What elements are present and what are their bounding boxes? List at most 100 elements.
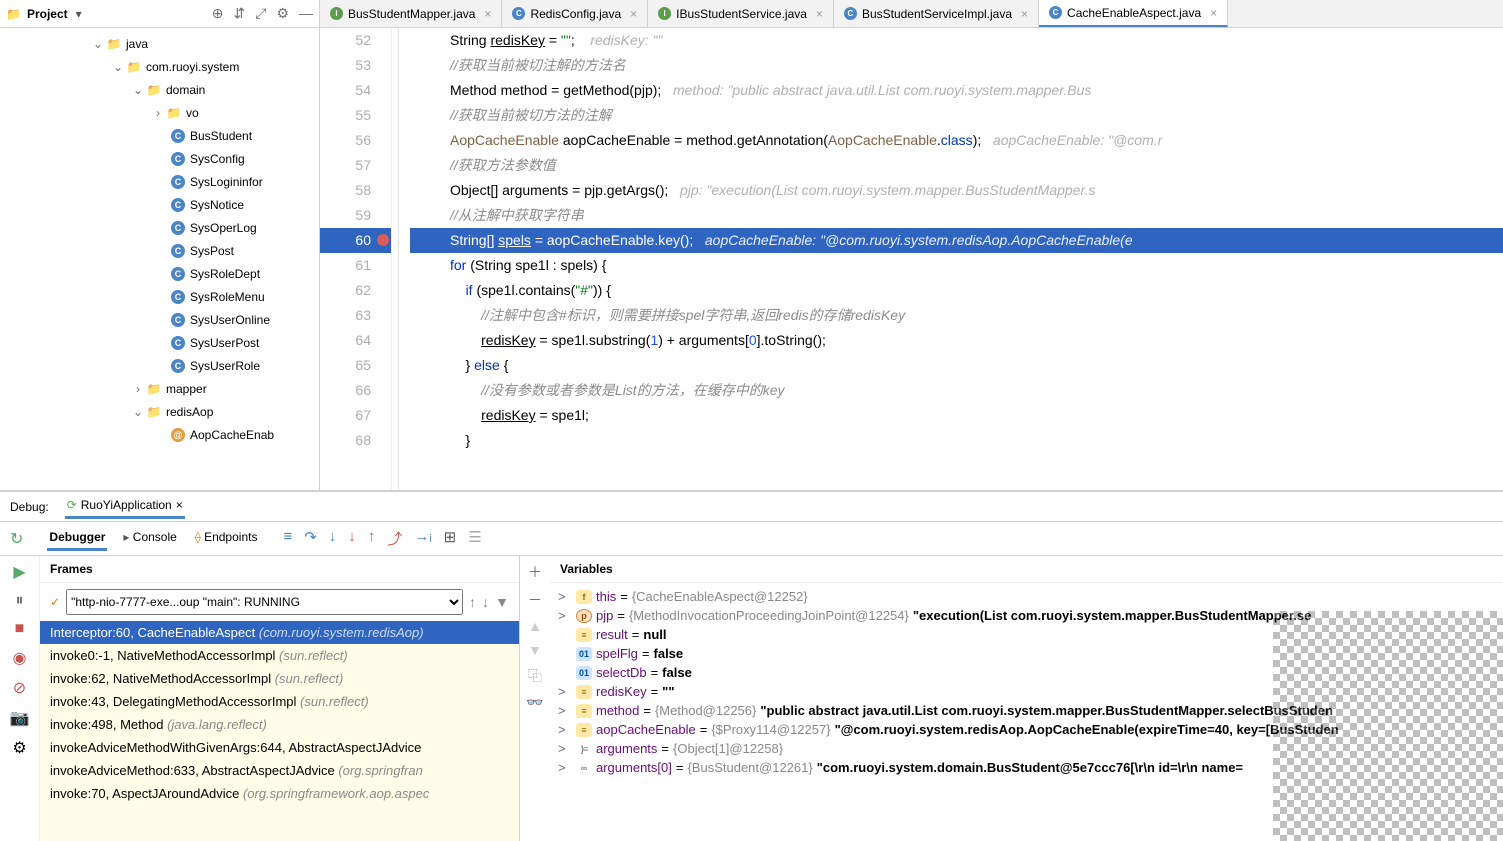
copy-icon[interactable]: ⿻ xyxy=(528,666,542,686)
expand-icon[interactable]: ⤢ xyxy=(255,5,266,22)
down-icon[interactable]: ↓ xyxy=(482,594,489,610)
up-icon[interactable]: ▲ xyxy=(528,618,542,634)
tree-item[interactable]: CSysNotice xyxy=(0,193,319,216)
debug-side-buttons: ▶ ⏸ ■ ◉ ⊘ 📷 ⚙ xyxy=(0,556,40,841)
variable-item[interactable]: 01 spelFlg = false xyxy=(550,644,1503,663)
tab-console[interactable]: ▸ Console xyxy=(121,526,178,551)
hide-icon[interactable]: — xyxy=(299,5,313,22)
frame-item[interactable]: invoke:498, Method (java.lang.reflect) xyxy=(40,713,519,736)
tree-item[interactable]: CBusStudent xyxy=(0,124,319,147)
variable-item[interactable]: >p pjp = {MethodInvocationProceedingJoin… xyxy=(550,606,1503,625)
evaluate-icon[interactable]: ⊞ xyxy=(444,528,457,549)
tree-item[interactable]: ⌄📁com.ruoyi.system xyxy=(0,55,319,78)
stop-icon[interactable]: ■ xyxy=(15,620,25,638)
tree-item[interactable]: CSysConfig xyxy=(0,147,319,170)
tree-item[interactable]: CSysPost xyxy=(0,239,319,262)
close-icon[interactable]: × xyxy=(176,498,183,512)
project-title[interactable]: Project xyxy=(27,7,68,21)
camera-icon[interactable]: 📷 xyxy=(10,708,30,728)
close-icon[interactable]: × xyxy=(630,7,637,21)
step-out-icon[interactable]: ↑ xyxy=(368,528,376,549)
code-area[interactable]: 5253545556575859606162636465666768 Strin… xyxy=(320,28,1503,490)
gutter[interactable]: 5253545556575859606162636465666768 xyxy=(320,28,392,490)
variable-item[interactable]: >≡ redisKey = "" xyxy=(550,682,1503,701)
variables-panel: Variables >f this = {CacheEnableAspect@1… xyxy=(550,556,1503,841)
editor-tabs: IBusStudentMapper.java×CRedisConfig.java… xyxy=(320,0,1503,28)
code-lines[interactable]: String redisKey = ""; redisKey: ""//获取当前… xyxy=(410,28,1503,490)
project-tree[interactable]: ⌄📁java ⌄📁com.ruoyi.system ⌄📁domain ›📁vo … xyxy=(0,28,319,450)
tree-item[interactable]: ›📁vo xyxy=(0,101,319,124)
editor-tab[interactable]: CCacheEnableAspect.java× xyxy=(1039,0,1228,27)
frame-item[interactable]: invoke:70, AspectJAroundAdvice (org.spri… xyxy=(40,782,519,805)
run-to-cursor-icon[interactable]: →ᵢ xyxy=(414,528,431,549)
tree-item[interactable]: ⌄📁domain xyxy=(0,78,319,101)
tree-item[interactable]: CSysUserPost xyxy=(0,331,319,354)
drop-frame-icon[interactable]: ⤴ xyxy=(387,528,402,549)
frames-title: Frames xyxy=(40,556,519,583)
tree-item[interactable]: @AopCacheEnab xyxy=(0,423,319,446)
vars-toolbar: ＋ － ▲ ▼ ⿻ 👓 xyxy=(520,556,550,841)
tree-item[interactable]: CSysOperLog xyxy=(0,216,319,239)
variable-item[interactable]: >f this = {CacheEnableAspect@12252} xyxy=(550,587,1503,606)
mute-breakpoints-icon[interactable]: ⊘ xyxy=(13,678,26,698)
rerun-icon[interactable]: ↻ xyxy=(10,529,23,549)
view-breakpoints-icon[interactable]: ◉ xyxy=(13,648,27,668)
resume-icon[interactable]: ▶ xyxy=(13,562,25,582)
down-icon[interactable]: ▼ xyxy=(528,642,542,658)
tree-item[interactable]: ⌄📁redisAop xyxy=(0,400,319,423)
frame-item[interactable]: Interceptor:60, CacheEnableAspect (com.r… xyxy=(40,621,519,644)
tab-debugger[interactable]: Debugger xyxy=(47,526,107,551)
tree-item[interactable]: CSysLogininfor xyxy=(0,170,319,193)
variable-item[interactable]: >}≡ arguments = {Object[1]@12258} xyxy=(550,739,1503,758)
variable-item[interactable]: 01 selectDb = false xyxy=(550,663,1503,682)
frame-item[interactable]: invoke0:-1, NativeMethodAccessorImpl (su… xyxy=(40,644,519,667)
settings-icon[interactable]: ⚙ xyxy=(276,5,289,22)
add-watch-icon[interactable]: ＋ xyxy=(528,562,542,582)
tree-item[interactable]: ›📁mapper xyxy=(0,377,319,400)
tree-item[interactable]: CSysUserRole xyxy=(0,354,319,377)
step-over-icon[interactable]: ↷ xyxy=(304,528,317,549)
tree-item[interactable]: CSysRoleMenu xyxy=(0,285,319,308)
chevron-down-icon[interactable] xyxy=(74,7,82,21)
debug-run-tab[interactable]: ⟳ RuoYiApplication × xyxy=(65,494,185,519)
folding-strip[interactable] xyxy=(392,28,410,490)
up-icon[interactable]: ↑ xyxy=(469,594,476,610)
frame-item[interactable]: invokeAdviceMethodWithGivenArgs:644, Abs… xyxy=(40,736,519,759)
frame-list[interactable]: Interceptor:60, CacheEnableAspect (com.r… xyxy=(40,621,519,841)
variable-item[interactable]: >≡ method = {Method@12256} "public abstr… xyxy=(550,701,1503,720)
step-into-icon[interactable]: ↓ xyxy=(329,528,337,549)
frame-item[interactable]: invokeAdviceMethod:633, AbstractAspectJA… xyxy=(40,759,519,782)
close-icon[interactable]: × xyxy=(1210,6,1217,20)
tree-item[interactable]: ⌄📁java xyxy=(0,32,319,55)
threads-icon[interactable]: ≡ xyxy=(283,528,292,549)
collapse-icon[interactable]: ⇵ xyxy=(234,5,246,22)
tree-item[interactable]: CSysRoleDept xyxy=(0,262,319,285)
force-step-into-icon[interactable]: ↓ xyxy=(348,528,356,549)
tab-endpoints[interactable]: ⟠ Endpoints xyxy=(193,526,260,551)
close-icon[interactable]: × xyxy=(816,7,823,21)
project-panel: 📁 Project ⊕ ⇵ ⤢ ⚙ — ⌄📁java ⌄📁com.ruoyi.s… xyxy=(0,0,320,490)
frame-item[interactable]: invoke:43, DelegatingMethodAccessorImpl … xyxy=(40,690,519,713)
locate-icon[interactable]: ⊕ xyxy=(212,5,224,22)
pause-icon[interactable]: ⏸ xyxy=(15,592,23,610)
filter-icon[interactable]: ▼ xyxy=(495,594,509,610)
remove-watch-icon[interactable]: － xyxy=(528,590,542,610)
editor-tab[interactable]: IBusStudentMapper.java× xyxy=(320,0,502,27)
frame-item[interactable]: invoke:62, NativeMethodAccessorImpl (sun… xyxy=(40,667,519,690)
project-icon: 📁 xyxy=(6,7,21,21)
settings-icon[interactable]: ⚙ xyxy=(12,738,26,758)
tree-item[interactable]: CSysUserOnline xyxy=(0,308,319,331)
editor-tab[interactable]: IIBusStudentService.java× xyxy=(648,0,834,27)
more-icon[interactable]: ☰ xyxy=(468,528,481,549)
editor-tab[interactable]: CRedisConfig.java× xyxy=(502,0,648,27)
thread-dropdown[interactable]: "http-nio-7777-exe...oup "main": RUNNING xyxy=(66,589,463,615)
variable-item[interactable]: >∞ arguments[0] = {BusStudent@12261} "co… xyxy=(550,758,1503,777)
variable-item[interactable]: >≡ aopCacheEnable = {$Proxy114@12257} "@… xyxy=(550,720,1503,739)
variable-item[interactable]: ≡ result = null xyxy=(550,625,1503,644)
variables-list[interactable]: >f this = {CacheEnableAspect@12252}>p pj… xyxy=(550,583,1503,841)
editor-area: IBusStudentMapper.java×CRedisConfig.java… xyxy=(320,0,1503,490)
editor-tab[interactable]: CBusStudentServiceImpl.java× xyxy=(834,0,1039,27)
glasses-icon[interactable]: 👓 xyxy=(526,694,543,711)
close-icon[interactable]: × xyxy=(484,7,491,21)
close-icon[interactable]: × xyxy=(1021,7,1028,21)
